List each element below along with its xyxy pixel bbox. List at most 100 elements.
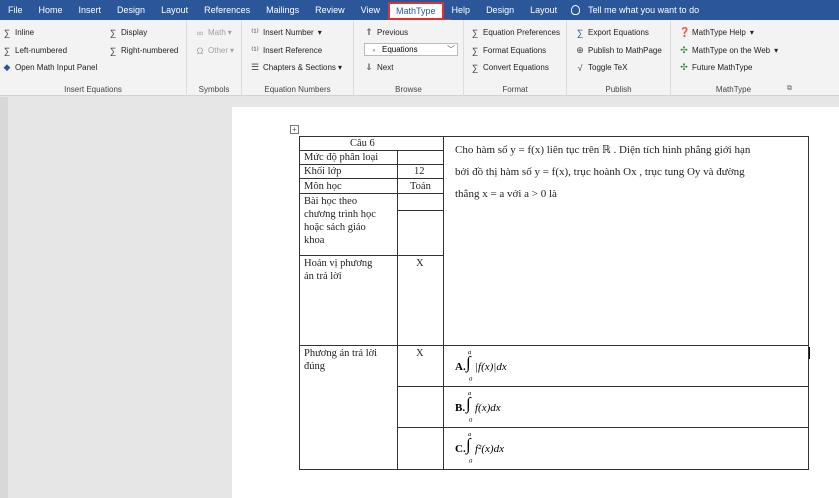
equation-preferences-button[interactable]: ∑ Equation Preferences xyxy=(470,26,560,39)
difficulty-label: Mức độ phân loại xyxy=(304,152,379,163)
panel-icon: ◆ xyxy=(3,62,11,72)
table-border xyxy=(299,178,444,179)
left-numbered-button[interactable]: ∑ Left-numbered xyxy=(2,44,67,57)
group-browse: ⇑ Previous ◦ Equations ﹀ ⇓ Next Browse xyxy=(354,20,464,96)
list-icon: ☰ xyxy=(250,62,260,72)
convert-equations-button[interactable]: ∑ Convert Equations xyxy=(470,61,549,74)
export-icon: ∑ xyxy=(576,27,584,38)
group-mathtype: ❓ MathType Help ▾ ✣ MathType on the Web ▾ ✣ F… xyxy=(671,20,796,96)
other-symbols-button[interactable]: Ω Other ▾ xyxy=(195,44,234,57)
group-publish: ∑ Export Equations ⊕ Publish to MathPage √… xyxy=(567,20,671,96)
display-button[interactable]: ∑ Display xyxy=(108,26,147,39)
table-border xyxy=(397,386,809,387)
table-move-handle-icon[interactable]: + xyxy=(290,125,299,134)
group-label-browse: Browse xyxy=(395,85,422,94)
mathtype-help-button[interactable]: ❓ MathType Help ▾ xyxy=(679,26,754,39)
previous-button[interactable]: ⇑ Previous xyxy=(364,26,408,39)
format-equations-button[interactable]: ∑ Format Equations xyxy=(470,44,546,57)
chevron-down-icon: ﹀ xyxy=(447,45,455,54)
ribbon: ∑ Inline ∑ Display ∑ Left-numbered ∑ Right-n… xyxy=(0,20,839,96)
insert-number-button[interactable]: ⁽¹⁾ Insert Number ▾ xyxy=(250,26,321,39)
number-icon: ⁽¹⁾ xyxy=(251,27,259,37)
lightbulb-icon xyxy=(571,5,581,15)
lesson-label: Bài học theo chương trình học hoặc sách … xyxy=(304,196,376,246)
toggle-tex-button[interactable]: √ Toggle TeX xyxy=(575,61,628,74)
option-label: A. xyxy=(455,361,466,373)
integrand: f²(x)dx xyxy=(475,443,504,455)
browse-type-select[interactable]: ◦ Equations ﹀ xyxy=(364,43,458,56)
table-border xyxy=(299,469,809,470)
publish-mathpage-button[interactable]: ⊕ Publish to MathPage xyxy=(575,44,662,57)
arrow-down-icon: ⇓ xyxy=(365,62,373,72)
option-label: B. xyxy=(455,402,466,414)
group-label-format: Format xyxy=(502,85,528,94)
right-numbered-button[interactable]: ∑ Right-numbered xyxy=(108,44,179,57)
integral-sign: ∫ xyxy=(466,353,471,372)
tab-layout[interactable]: Layout xyxy=(153,0,196,20)
sigma-gear-icon: ∑ xyxy=(471,27,479,38)
future-icon: ✣ xyxy=(680,62,688,72)
tab-mailings[interactable]: Mailings xyxy=(258,0,307,20)
integral-lower-limit: 0 xyxy=(469,376,473,383)
arrow-up-icon: ⇑ xyxy=(365,27,373,37)
table-border xyxy=(299,255,444,256)
group-insert-equations: ∑ Inline ∑ Display ∑ Left-numbered ∑ Right-n… xyxy=(0,20,187,96)
tell-me-search[interactable]: Tell me what you want to do xyxy=(571,5,699,15)
ribbon-tab-bar: File Home Insert Design Layout Reference… xyxy=(0,0,839,20)
group-symbols: ∞ Math ▾ Ω Other ▾ Symbols xyxy=(187,20,242,96)
tab-table-layout[interactable]: Layout xyxy=(522,0,565,20)
chapters-sections-button[interactable]: ☰ Chapters & Sections ▾ xyxy=(250,61,342,74)
tab-file[interactable]: File xyxy=(0,0,31,20)
open-math-panel-button[interactable]: ◆ Open Math Input Panel xyxy=(2,61,98,74)
tell-me-text: Tell me what you want to do xyxy=(588,5,700,15)
table-border xyxy=(397,427,809,428)
correct-answer-value: X xyxy=(416,348,424,359)
sigma-convert-icon: ∑ xyxy=(471,62,479,73)
subject-label: Môn học xyxy=(304,181,342,192)
group-format: ∑ Equation Preferences ∑ Format Equations … xyxy=(464,20,567,96)
tab-table-design[interactable]: Design xyxy=(478,0,522,20)
integral-lower-limit: 0 xyxy=(469,458,473,465)
sigma-icon: ∑ xyxy=(3,45,11,56)
sigma-icon: ∑ xyxy=(109,27,117,38)
future-mathtype-button[interactable]: ✣ Future MathType xyxy=(679,61,752,74)
tab-design[interactable]: Design xyxy=(109,0,153,20)
integral-sign: ∫ xyxy=(466,435,471,454)
correct-answer-label: Phương án trả lời đúng xyxy=(304,348,378,372)
inline-button[interactable]: ∑ Inline xyxy=(2,26,34,39)
globe-icon: ⊕ xyxy=(576,45,584,55)
math-symbols-button[interactable]: ∞ Math ▾ xyxy=(195,26,232,39)
sigma-icon: ∑ xyxy=(3,27,11,38)
group-label-insert-equations: Insert Equations xyxy=(64,85,122,94)
integrand: f(x)dx xyxy=(475,402,501,414)
shuffle-label: Hoán vị phương án trả lời xyxy=(304,258,373,282)
integral-sign: ∫ xyxy=(466,394,471,413)
export-equations-button[interactable]: ∑ Export Equations xyxy=(575,26,649,39)
table-border xyxy=(443,136,444,470)
table-border xyxy=(299,136,300,470)
mathtype-web-button[interactable]: ✣ MathType on the Web ▾ xyxy=(679,44,778,57)
tab-home[interactable]: Home xyxy=(31,0,71,20)
tab-mathtype[interactable]: MathType xyxy=(388,2,444,20)
grade-value: 12 xyxy=(414,166,425,177)
grade-label: Khối lớp xyxy=(304,166,342,177)
dialog-launcher-icon[interactable]: ⧉ xyxy=(787,85,792,93)
question-text: Cho hàm số y = f(x) liên tục trên ℝ . Di… xyxy=(455,144,751,200)
tab-view[interactable]: View xyxy=(353,0,388,20)
navigation-strip xyxy=(0,97,8,498)
web-icon: ✣ xyxy=(680,45,688,55)
table-border xyxy=(397,150,398,470)
insert-reference-button[interactable]: ⁽¹⁾ Insert Reference xyxy=(250,44,322,57)
text-cursor xyxy=(809,347,810,359)
tab-help[interactable]: Help xyxy=(444,0,479,20)
shuffle-value: X xyxy=(416,258,424,269)
tab-insert[interactable]: Insert xyxy=(71,0,110,20)
sigma-format-icon: ∑ xyxy=(471,45,479,56)
omega-icon: Ω xyxy=(196,45,204,56)
group-equation-numbers: ⁽¹⁾ Insert Number ▾ ⁽¹⁾ Insert Reference ☰ C… xyxy=(242,20,354,96)
tab-review[interactable]: Review xyxy=(307,0,353,20)
next-button[interactable]: ⇓ Next xyxy=(364,61,393,74)
tab-references[interactable]: References xyxy=(196,0,258,20)
infinity-icon: ∞ xyxy=(196,27,204,38)
table-border xyxy=(808,136,809,470)
